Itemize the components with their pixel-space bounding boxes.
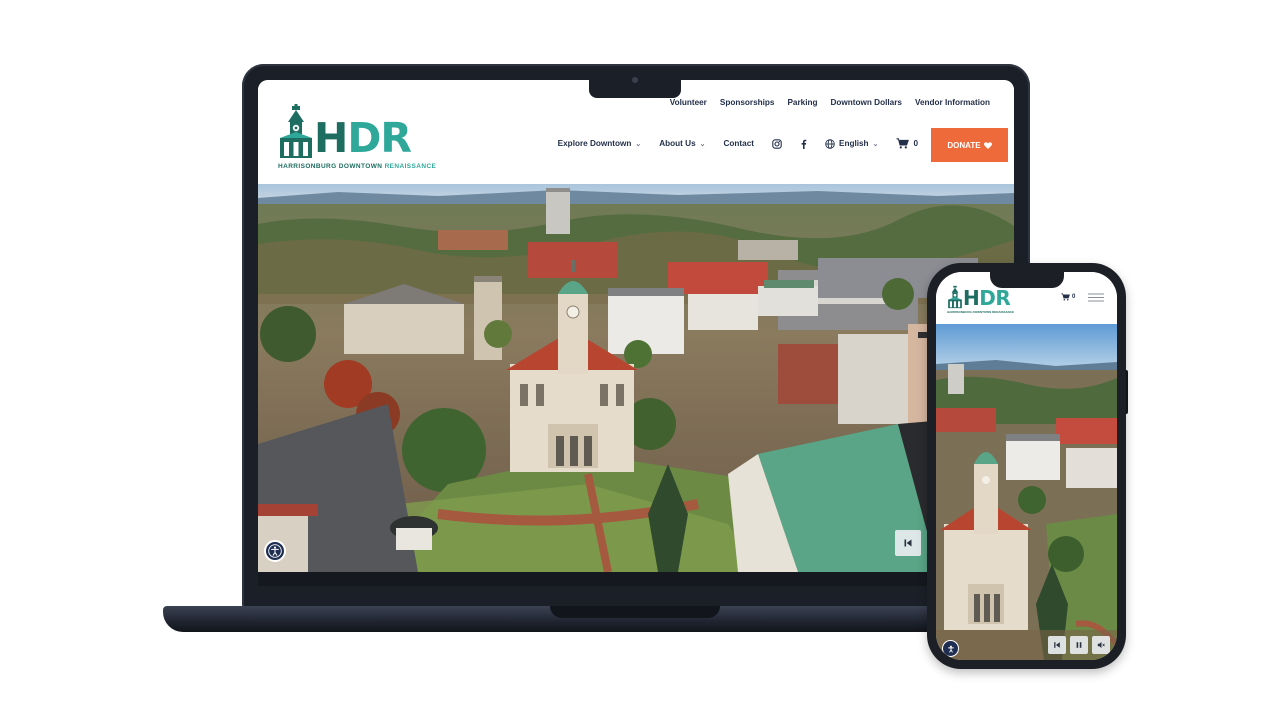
laptop-hinge-groove: [550, 606, 720, 618]
hamburger-menu-icon[interactable]: [1088, 293, 1104, 302]
clock-tower-icon: [280, 104, 312, 158]
logo-tagline: HARRISONBURG DOWNTOWN RENAISSANCE: [278, 163, 437, 170]
nav-contact-label: Contact: [723, 139, 754, 148]
mobile-skip-back-button[interactable]: [1048, 636, 1066, 654]
logo-wordmark: HDR: [314, 114, 412, 162]
laptop-camera: [632, 77, 638, 83]
mobile-cart-count: 0: [1072, 294, 1076, 300]
utility-link-volunteer[interactable]: Volunteer: [670, 98, 707, 107]
phone-screen: HDR HARRISONBURG DOWNTOWN RENAISSANCE 0: [936, 272, 1117, 660]
cart-icon: [896, 138, 910, 149]
downtown-aerial-photo: [258, 184, 1014, 572]
language-selector[interactable]: English ⌄: [825, 138, 879, 149]
chevron-down-icon: ⌄: [699, 140, 706, 148]
utility-link-sponsorships[interactable]: Sponsorships: [720, 98, 775, 107]
chevron-down-icon: ⌄: [872, 140, 879, 148]
site-logo[interactable]: HDR HARRISONBURG DOWNTOWN RENAISSANCE: [278, 104, 436, 172]
accessibility-button[interactable]: [264, 540, 286, 562]
chevron-down-icon: ⌄: [635, 140, 642, 148]
donate-label: DONATE: [947, 140, 981, 150]
nav-about-label: About Us: [659, 139, 696, 148]
clock-tower-icon: [948, 285, 962, 309]
nav-explore-downtown[interactable]: Explore Downtown ⌄: [558, 139, 642, 148]
skip-back-icon: [1054, 642, 1060, 648]
facebook-icon[interactable]: [800, 139, 807, 149]
accessibility-icon: [268, 544, 282, 558]
phone-notch: [990, 271, 1064, 288]
pause-icon: [1076, 642, 1082, 648]
mobile-logo[interactable]: HDR HARRISONBURG DOWNTOWN RENAISSANCE: [947, 285, 1027, 317]
skip-back-icon: [904, 539, 912, 547]
nav-explore-label: Explore Downtown: [557, 139, 632, 148]
mobile-downtown-aerial-photo: [936, 324, 1117, 660]
mobile-accessibility-button[interactable]: [942, 640, 959, 657]
instagram-icon[interactable]: [772, 138, 782, 149]
mobile-cart-button[interactable]: 0: [1061, 293, 1075, 301]
mute-icon: [1097, 642, 1105, 648]
language-label: English: [838, 139, 869, 148]
mobile-pause-button[interactable]: [1070, 636, 1088, 654]
laptop-screen: HDR HARRISONBURG DOWNTOWN RENAISSANCE Vo…: [258, 80, 1014, 572]
hero-video: [258, 184, 1014, 572]
utility-nav: Volunteer Sponsorships Parking Downtown …: [670, 98, 990, 107]
accessibility-icon: [947, 645, 954, 652]
utility-link-downtown-dollars[interactable]: Downtown Dollars: [831, 98, 902, 107]
nav-about-us[interactable]: About Us ⌄: [659, 139, 705, 148]
mobile-logo-tagline: HARRISONBURG DOWNTOWN RENAISSANCE: [947, 310, 1014, 314]
globe-icon: [825, 138, 835, 149]
utility-link-parking[interactable]: Parking: [787, 98, 817, 107]
cart-icon: [1061, 293, 1070, 301]
skip-back-button[interactable]: [895, 530, 921, 556]
laptop-bezel-bottom: [258, 572, 1014, 586]
donate-button[interactable]: DONATE: [931, 128, 1008, 162]
main-nav: Explore Downtown ⌄ About Us ⌄ Contact En…: [558, 138, 918, 149]
nav-contact[interactable]: Contact: [724, 139, 754, 148]
utility-link-vendor-information[interactable]: Vendor Information: [915, 98, 990, 107]
mobile-logo-wordmark: HDR: [963, 286, 1011, 310]
mobile-mute-button[interactable]: [1092, 636, 1110, 654]
cart-count: 0: [913, 139, 918, 148]
cart-button[interactable]: 0: [896, 138, 918, 149]
heart-icon: [983, 141, 992, 149]
mobile-hero-video: [936, 324, 1117, 660]
